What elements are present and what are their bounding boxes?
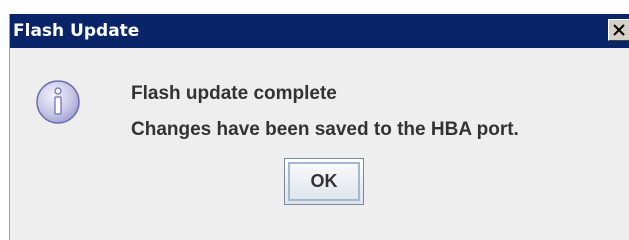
close-icon bbox=[613, 24, 625, 36]
message-line-2: Changes have been saved to the HBA port. bbox=[131, 119, 519, 140]
ok-button-label: OK bbox=[310, 171, 338, 191]
title-bar[interactable]: Flash Update bbox=[10, 14, 629, 48]
message-line-1: Flash update complete bbox=[131, 83, 337, 104]
flash-update-dialog: Flash Update Flash update complete Chang… bbox=[9, 14, 629, 240]
ok-button[interactable]: OK bbox=[284, 158, 364, 205]
info-icon bbox=[36, 80, 80, 124]
close-button[interactable] bbox=[608, 19, 629, 41]
window-title: Flash Update bbox=[13, 21, 140, 41]
